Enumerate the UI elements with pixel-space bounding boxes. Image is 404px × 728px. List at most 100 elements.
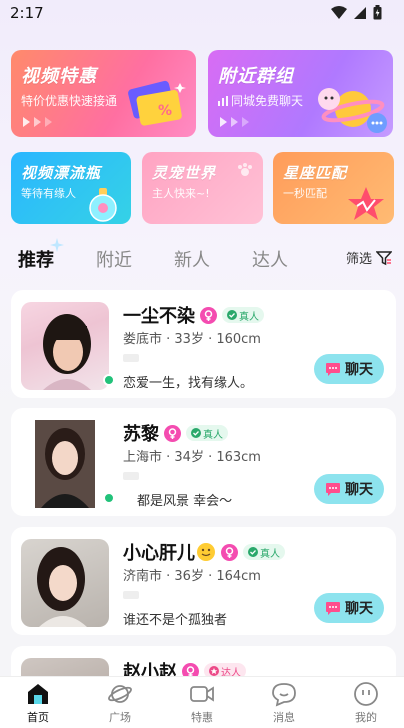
coupon-percent: %	[158, 103, 172, 119]
nav-home[interactable]: 首页	[8, 681, 68, 725]
signal-icon	[354, 6, 366, 19]
promo-video-special-subtitle: 特价优惠快速接通	[21, 94, 118, 108]
user-info: 济南市 · 36岁 · 164cm	[123, 569, 261, 584]
user-name-row: 一尘不染 真人	[123, 302, 264, 328]
promo-pet-world[interactable]: 灵宠世界 主人快来~!	[142, 152, 263, 224]
bars-icon	[218, 95, 228, 106]
chat-button-label: 聊天	[345, 601, 373, 617]
bottom-nav: 首页 广场 特惠 消息 我的	[0, 676, 404, 728]
user-info: 上海市 · 34岁 · 163cm	[123, 450, 261, 465]
user-name: 小心肝儿	[123, 543, 195, 564]
avatar[interactable]	[21, 420, 109, 508]
female-icon	[200, 306, 217, 324]
user-name: 一尘不染	[123, 306, 195, 327]
verified-badge-label: 真人	[239, 311, 259, 323]
nav-home-label: 首页	[27, 711, 49, 724]
star-badge-icon	[209, 666, 219, 676]
tab-new[interactable]: 新人	[174, 246, 210, 272]
promo-pet-world-title: 灵宠世界	[152, 164, 217, 182]
tab-recommend[interactable]: 推荐	[18, 246, 54, 272]
smile-emoji-icon	[197, 543, 215, 561]
verified-badge: 真人	[222, 307, 264, 323]
user-name: 苏黎	[123, 424, 159, 445]
avatar-photo	[35, 420, 95, 508]
tab-nearby[interactable]: 附近	[96, 246, 132, 272]
nav-square-label: 广场	[109, 711, 131, 724]
verified-badge: 真人	[186, 425, 228, 441]
promo-nearby-group-subtitle-text: 同城免费聊天	[231, 94, 304, 108]
online-indicator	[103, 492, 115, 504]
promo-horoscope-title: 星座匹配	[283, 164, 348, 182]
coupon-ticket-icon: %	[128, 80, 186, 126]
check-shield-icon	[248, 547, 258, 557]
promo-drift-bottle-subtitle: 等待有缘人	[21, 187, 76, 200]
nav-messages[interactable]: 消息	[254, 681, 314, 725]
promo-horoscope-subtitle: 一秒匹配	[283, 187, 327, 200]
nav-special[interactable]: 特惠	[172, 681, 232, 725]
planet-chat-icon	[318, 88, 387, 133]
chat-button[interactable]: 聊天	[314, 593, 384, 623]
user-name-row: 苏黎 真人	[123, 420, 228, 446]
online-indicator	[103, 374, 115, 386]
voice-placeholder	[123, 591, 139, 599]
status-time: 2:17	[10, 4, 44, 22]
chat-button[interactable]: 聊天	[314, 354, 384, 384]
verified-badge: 真人	[243, 544, 285, 560]
filter-button[interactable]: 筛选	[346, 248, 392, 267]
arrows-icon	[23, 117, 52, 127]
chat-bubble-icon	[326, 602, 340, 615]
paw-icon	[238, 163, 252, 176]
chat-bubble-icon	[326, 363, 340, 376]
chat-button-label: 聊天	[345, 362, 373, 378]
promo-nearby-group-title: 附近群组	[218, 66, 294, 87]
verified-badge-label: 真人	[203, 429, 223, 441]
promo-drift-bottle[interactable]: 视频漂流瓶 等待有缘人	[11, 152, 131, 224]
avatar[interactable]	[21, 302, 109, 390]
female-icon	[221, 543, 238, 561]
message-icon	[272, 683, 296, 707]
promo-pet-world-subtitle: 主人快来~!	[152, 187, 210, 200]
nav-special-label: 特惠	[191, 711, 213, 724]
nav-square[interactable]: 广场	[90, 681, 150, 725]
chat-bubble-icon	[326, 483, 340, 496]
star-icon	[348, 187, 384, 220]
verified-badge-label: 真人	[260, 548, 280, 560]
arrows-icon	[220, 117, 249, 127]
avatar-photo	[43, 314, 91, 390]
tab-expert[interactable]: 达人	[252, 246, 288, 272]
check-shield-icon	[227, 310, 237, 320]
video-icon	[190, 686, 214, 702]
user-bio: 都是风景 幸会～	[137, 494, 233, 509]
voice-placeholder	[123, 354, 139, 362]
user-card[interactable]: 一尘不染 真人 娄底市 · 33岁 · 160cm 恋爱一生，找有缘人。 聊天	[11, 290, 396, 398]
nav-messages-label: 消息	[273, 711, 295, 724]
user-bio: 谁还不是个孤独者	[123, 613, 228, 628]
voice-placeholder	[123, 472, 139, 480]
chat-button-label: 聊天	[345, 482, 373, 498]
avatar-photo	[37, 547, 87, 627]
user-bio: 恋爱一生，找有缘人。	[123, 376, 254, 391]
wifi-icon	[331, 5, 347, 19]
check-shield-icon	[191, 428, 201, 438]
promo-horoscope[interactable]: 星座匹配 一秒匹配	[273, 152, 394, 224]
promo-video-special[interactable]: 视频特惠 特价优惠快速接通 %	[11, 50, 196, 137]
home-icon	[28, 684, 48, 704]
nav-mine[interactable]: 我的	[336, 681, 396, 725]
promo-video-special-title: 视频特惠	[21, 66, 97, 87]
filter-icon	[376, 250, 392, 265]
battery-icon	[373, 5, 382, 20]
chat-button[interactable]: 聊天	[314, 474, 384, 504]
status-bar: 2:17	[0, 0, 404, 28]
nav-mine-label: 我的	[355, 711, 377, 724]
user-card[interactable]: 小心肝儿 真人 济南市 · 36岁 · 164cm 谁还不是个孤独者 聊天	[11, 527, 396, 635]
profile-icon	[354, 682, 378, 706]
promo-nearby-group[interactable]: 附近群组 同城免费聊天	[208, 50, 393, 137]
user-card[interactable]: 苏黎 真人 上海市 · 34岁 · 163cm 都是风景 幸会～ 聊天	[11, 408, 396, 516]
avatar[interactable]	[21, 539, 109, 627]
planet-icon	[108, 685, 132, 703]
feed-tabs: 推荐 附近 新人 达人 筛选	[0, 238, 404, 276]
sparkle-icon	[50, 238, 64, 252]
female-icon	[164, 424, 181, 442]
promo-nearby-group-subtitle: 同城免费聊天	[218, 92, 303, 109]
user-info: 娄底市 · 33岁 · 160cm	[123, 332, 261, 347]
